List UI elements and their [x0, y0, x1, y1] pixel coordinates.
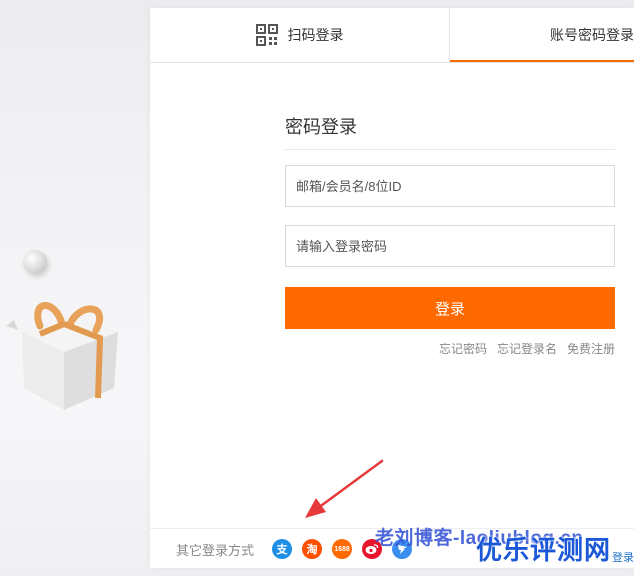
- watermark-site: 优乐评测网: [476, 535, 612, 565]
- login-tabs: 扫码登录 账号密码登录: [150, 8, 634, 63]
- password-input[interactable]: [285, 225, 615, 267]
- login-button[interactable]: 登录: [285, 287, 615, 329]
- decorative-illustration: [0, 0, 150, 576]
- help-links: 忘记密码 忘记登录名 免费注册: [439, 340, 615, 357]
- 1688-icon[interactable]: 1688: [332, 539, 353, 559]
- register-link[interactable]: 免费注册: [567, 340, 615, 357]
- tab-account-login[interactable]: 账号密码登录: [450, 8, 634, 62]
- forgot-username-link[interactable]: 忘记登录名: [497, 340, 557, 357]
- tab-qr-login[interactable]: 扫码登录: [150, 8, 450, 62]
- username-input[interactable]: [285, 165, 615, 207]
- form-title: 密码登录: [285, 113, 615, 150]
- tab-account-label: 账号密码登录: [550, 27, 634, 43]
- other-login-label: 其它登录方式: [176, 542, 255, 558]
- forgot-password-link[interactable]: 忘记密码: [439, 340, 487, 357]
- gift-box-illustration: [6, 302, 118, 410]
- login-panel: 扫码登录 账号密码登录 密码登录 登录 忘记密码 忘记登录名 免费注册 其它登录…: [150, 8, 634, 568]
- register-link-partial[interactable]: 登录: [612, 549, 634, 565]
- alipay-icon[interactable]: 支: [272, 539, 293, 559]
- decorative-sphere: [23, 250, 47, 274]
- taobao-icon[interactable]: 淘: [302, 539, 323, 559]
- qr-code-icon: [255, 24, 278, 46]
- tab-qr-label: 扫码登录: [287, 27, 344, 43]
